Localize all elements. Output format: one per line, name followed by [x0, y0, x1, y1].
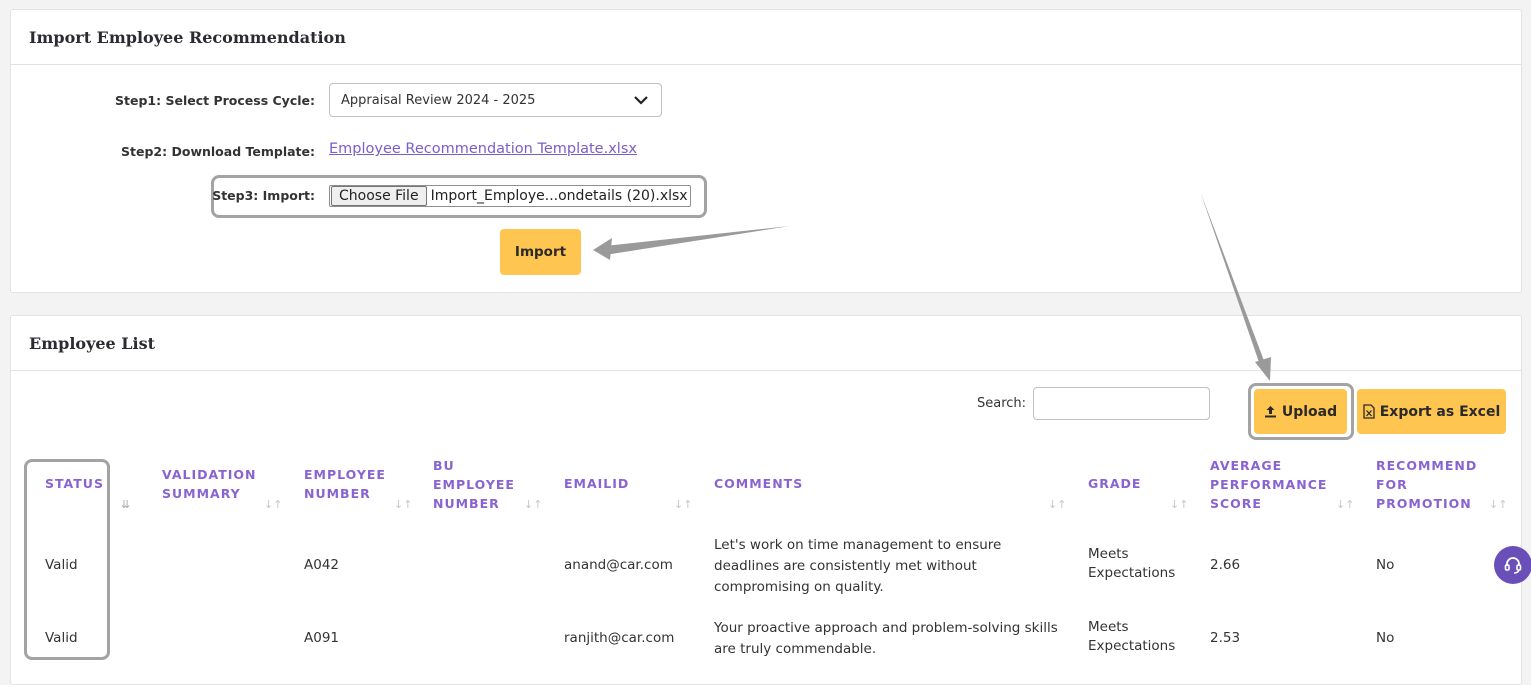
headset-icon — [1504, 557, 1522, 574]
step2-label: Step2: Download Template: — [121, 144, 315, 159]
file-input[interactable]: Choose File Import_Employe...ondetails (… — [329, 185, 691, 207]
cell-recommend: No — [1376, 630, 1395, 646]
import-button[interactable]: Import — [500, 229, 581, 275]
export-excel-button[interactable]: Export as Excel — [1357, 389, 1506, 434]
col-average-performance-score[interactable]: AVERAGE PERFORMANCE SCORE — [1210, 456, 1327, 513]
help-button[interactable] — [1494, 546, 1531, 584]
sort-icon[interactable]: ↓↑ — [394, 498, 412, 511]
chevron-down-icon — [634, 96, 648, 105]
sort-icon[interactable]: ↓↑ — [674, 498, 692, 511]
cell-grade: Meets Expectations — [1088, 546, 1176, 581]
col-emailid[interactable]: EMAILID — [564, 474, 629, 493]
step3-label: Step3: Import: — [212, 188, 315, 203]
cell-email: ranjith@car.com — [564, 630, 675, 646]
sort-icon[interactable]: ↓↑ — [264, 498, 282, 511]
upload-button[interactable]: Upload — [1254, 389, 1347, 434]
status-column-highlight — [24, 459, 110, 660]
col-employee-number[interactable]: EMPLOYEE NUMBER — [304, 465, 386, 503]
col-comments[interactable]: COMMENTS — [714, 474, 803, 493]
sort-icon[interactable]: ↓↑ — [1336, 498, 1354, 511]
step1-label: Step1: Select Process Cycle: — [115, 93, 315, 108]
col-recommend-for-promotion[interactable]: RECOMMEND FOR PROMOTION — [1376, 456, 1477, 513]
process-cycle-value: Appraisal Review 2024 - 2025 — [341, 92, 536, 108]
export-excel-label: Export as Excel — [1379, 403, 1501, 420]
process-cycle-select[interactable]: Appraisal Review 2024 - 2025 — [329, 83, 662, 117]
file-name: Import_Employe...ondetails (20).xlsx — [430, 188, 688, 204]
cell-employee-number: A042 — [304, 557, 340, 573]
col-validation-summary[interactable]: VALIDATION SUMMARY — [162, 465, 256, 503]
sort-icon[interactable]: ↓↑ — [1170, 498, 1188, 511]
cell-average-score: 2.53 — [1210, 630, 1241, 646]
upload-icon — [1264, 406, 1276, 418]
cell-email: anand@car.com — [564, 557, 673, 573]
sort-icon[interactable]: ↓↑ — [1489, 498, 1507, 511]
template-download-link[interactable]: Employee Recommendation Template.xlsx — [329, 141, 637, 157]
col-bu-employee-number[interactable]: BU EMPLOYEE NUMBER — [433, 456, 515, 513]
sort-icon[interactable]: ↓↑ — [1048, 498, 1066, 511]
sort-icon[interactable]: ↓↑ — [524, 498, 542, 511]
upload-button-label: Upload — [1281, 403, 1338, 420]
choose-file-button[interactable]: Choose File — [331, 186, 427, 206]
cell-comments: Let's work on time management to ensure … — [714, 537, 1002, 595]
cell-average-score: 2.66 — [1210, 557, 1241, 573]
search-label: Search: — [977, 396, 1027, 411]
import-card: Import Employee Recommendation Step1: Se… — [10, 9, 1522, 293]
employee-list-card: Employee List Search: Upload Export as E… — [10, 315, 1522, 685]
search-input[interactable] — [1033, 387, 1210, 420]
employee-list-header: Employee List — [11, 316, 1521, 371]
cell-grade: Meets Expectations — [1088, 619, 1176, 654]
col-grade[interactable]: GRADE — [1088, 474, 1141, 493]
cell-comments: Your proactive approach and problem-solv… — [714, 620, 1058, 657]
sort-icon[interactable]: ⇊ — [121, 498, 130, 511]
excel-file-icon — [1363, 404, 1375, 419]
import-card-header: Import Employee Recommendation — [11, 10, 1521, 65]
import-card-title: Import Employee Recommendation — [29, 27, 346, 47]
employee-list-title: Employee List — [29, 333, 156, 353]
cell-recommend: No — [1376, 557, 1395, 573]
cell-employee-number: A091 — [304, 630, 340, 646]
